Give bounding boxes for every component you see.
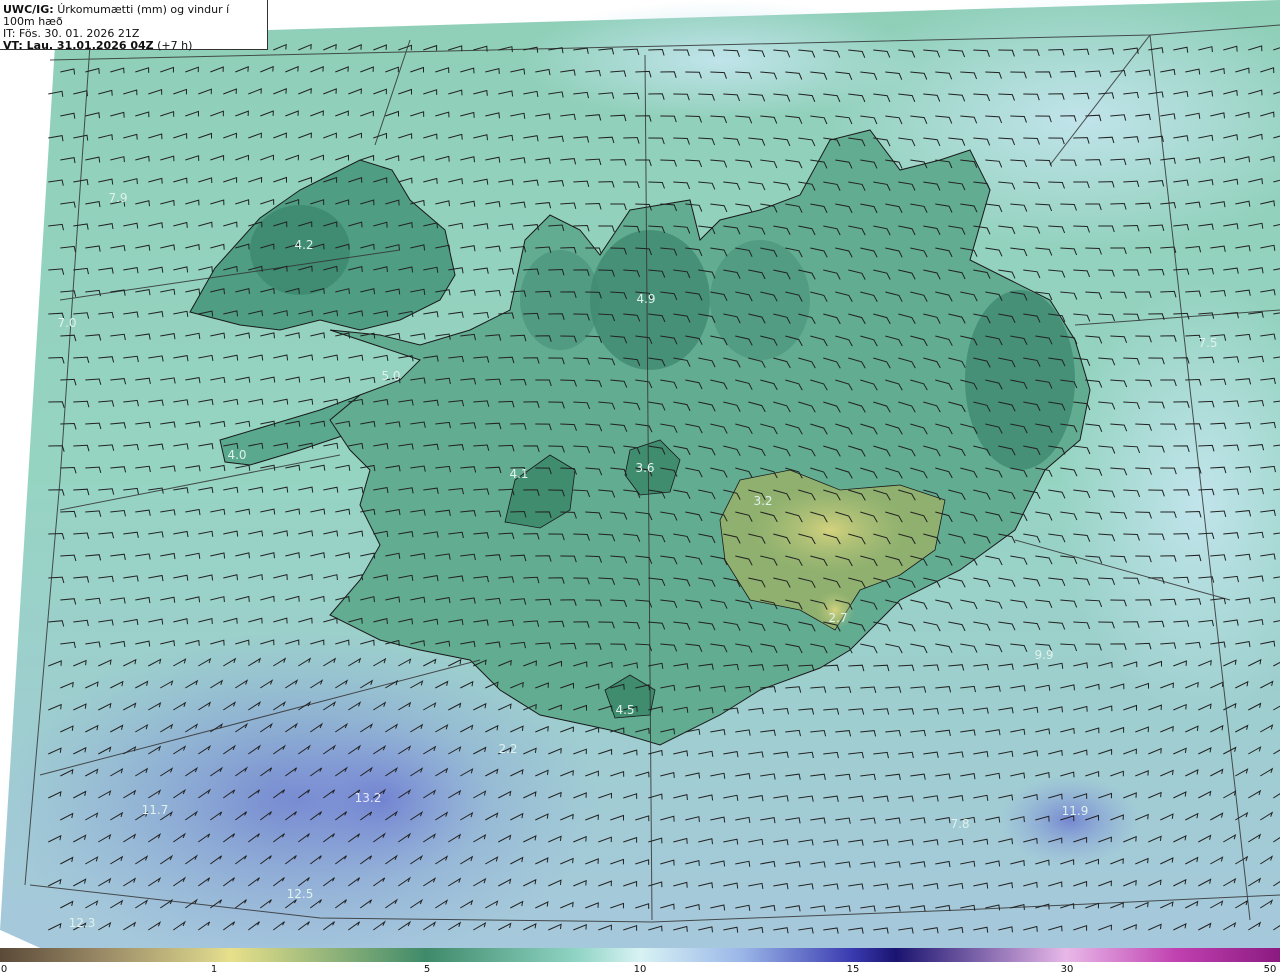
precip-max-label: 7.0 [57, 316, 76, 330]
precip-max-label: 7.5 [1198, 336, 1217, 350]
colorbar-ramp [0, 948, 1280, 962]
precip-max-label: 9.9 [1034, 648, 1053, 662]
valid-time: VT: Lau. 31.01.2026 04Z [3, 39, 154, 52]
colorbar-tick: 0 [0, 964, 8, 975]
precip-max-label: 4.9 [636, 292, 655, 306]
precip-max-label: 4.5 [615, 703, 634, 717]
precip-max-label: 2.2 [498, 742, 517, 756]
precip-max-label: 12.3 [69, 916, 96, 930]
colorbar-tick: 1 [210, 964, 218, 975]
precip-max-label: 7.9 [108, 191, 127, 205]
precip-max-label: 7.8 [950, 817, 969, 831]
precip-max-label: 12.5 [287, 887, 314, 901]
colorbar-tick: 30 [1060, 964, 1074, 975]
precip-max-label: 11.9 [1062, 804, 1089, 818]
map-info-box: UWC/IG: Úrkomumætti (mm) og vindur í 100… [0, 0, 268, 52]
precip-max-label: 2.7 [828, 611, 847, 625]
precipitation-wind-map: 7.9 4.2 7.0 5.0 4.0 4.9 4.1 3.6 3.2 2.7 4.5 7.5 9.9 2… [0, 0, 1280, 948]
colorbar: 0 1 5 10 15 30 50 [0, 948, 1280, 978]
forecast-offset: (+7 h) [157, 39, 193, 52]
colorbar-tick: 5 [423, 964, 431, 975]
precip-max-label: 4.2 [294, 238, 313, 252]
colorbar-tick: 15 [846, 964, 860, 975]
precip-max-label: 11.7 [142, 803, 169, 817]
precip-max-label: 4.1 [509, 467, 528, 481]
precip-max-label: 3.2 [753, 494, 772, 508]
precip-max-label: 13.2 [355, 791, 382, 805]
colorbar-tick: 10 [633, 964, 647, 975]
precip-max-label: 3.6 [635, 461, 654, 475]
precip-max-label: 4.0 [227, 448, 246, 462]
colorbar-tick: 50 [1263, 964, 1277, 975]
precip-max-label: 5.0 [381, 369, 400, 383]
